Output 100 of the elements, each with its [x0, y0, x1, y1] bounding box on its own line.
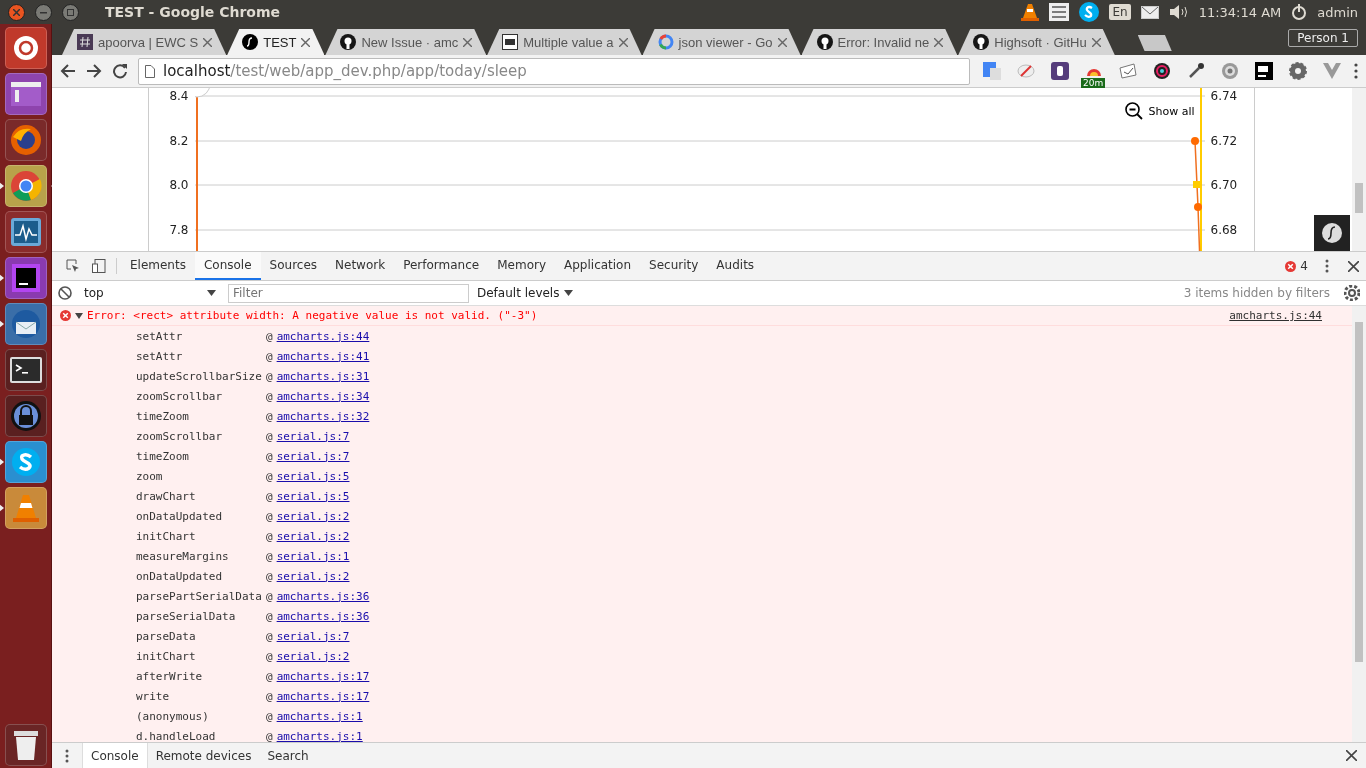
source-link[interactable]: amcharts.js:44 [276, 329, 370, 343]
source-link[interactable]: serial.js:7 [276, 449, 350, 463]
devtools-tab[interactable]: Console [194, 252, 261, 280]
power-icon[interactable] [1291, 4, 1308, 20]
traffic-cone-icon[interactable] [1021, 3, 1040, 21]
chevron-logo-icon[interactable] [1323, 63, 1341, 79]
color-wheel-icon[interactable] [1153, 62, 1171, 80]
source-link[interactable]: amcharts.js:31 [276, 369, 370, 383]
devtools-tab[interactable]: Elements [121, 252, 195, 280]
source-link[interactable]: amcharts.js:17 [276, 669, 370, 683]
clock[interactable]: 11:34:14 AM [1198, 4, 1282, 20]
drawer-tab[interactable]: Console [82, 743, 148, 768]
browser-tab[interactable]: Error: Invalid ne [801, 29, 958, 55]
scroll-handle[interactable] [194, 88, 210, 98]
scrollbar[interactable] [1352, 88, 1366, 251]
source-link[interactable]: serial.js:5 [276, 469, 350, 483]
source-link[interactable]: serial.js:2 [276, 529, 350, 543]
more-icon[interactable] [1325, 259, 1329, 273]
drawer-tab[interactable]: Remote devices [147, 743, 260, 768]
keyboard-layout-indicator[interactable]: En [1109, 4, 1131, 20]
devtools-tab[interactable]: Sources [260, 252, 327, 280]
user-name[interactable]: admin [1317, 4, 1358, 20]
close-icon[interactable] [1347, 260, 1359, 272]
launcher-item[interactable] [4, 211, 47, 253]
close-icon[interactable] [301, 37, 311, 47]
source-link[interactable]: serial.js:2 [276, 569, 350, 583]
maximize-window-button[interactable] [62, 3, 79, 21]
pen-icon[interactable] [1017, 62, 1035, 80]
launcher-item[interactable] [4, 349, 47, 391]
close-icon[interactable] [463, 37, 473, 47]
log-levels-dropdown[interactable]: Default levels [477, 286, 574, 300]
close-icon[interactable] [203, 37, 213, 47]
browser-tab[interactable]: json viewer - Go [642, 29, 801, 55]
address-bar[interactable]: localhost/test/web/app_dev.php/app/today/sleep [138, 57, 970, 85]
bootstrap-icon[interactable] [1051, 62, 1069, 80]
eyedropper-icon[interactable] [1187, 62, 1205, 80]
clear-console-icon[interactable] [58, 286, 72, 300]
device-toggle-icon[interactable] [92, 259, 106, 273]
chat-app-icon[interactable] [1079, 2, 1100, 22]
devtools-tab[interactable]: Performance [394, 252, 489, 280]
translate-icon[interactable] [983, 62, 1001, 80]
inspect-icon[interactable] [66, 259, 80, 273]
gear-icon[interactable] [1221, 62, 1239, 80]
close-icon[interactable] [934, 37, 944, 47]
source-link[interactable]: amcharts.js:36 [276, 589, 370, 603]
launcher-item[interactable] [4, 119, 47, 161]
source-link[interactable]: serial.js:1 [276, 549, 350, 563]
debug-toolbar-button[interactable] [1314, 215, 1350, 251]
launcher-item[interactable] [4, 395, 47, 437]
launcher-item[interactable] [4, 724, 47, 766]
settings-icon[interactable] [1289, 62, 1307, 80]
jetbrains-icon[interactable] [1255, 62, 1273, 80]
source-link[interactable]: amcharts.js:34 [276, 389, 370, 403]
close-window-button[interactable] [8, 3, 25, 21]
browser-tab[interactable]: apoorva | EWC S [62, 29, 227, 55]
source-link[interactable]: serial.js:2 [276, 649, 350, 663]
list-icon[interactable] [1049, 3, 1070, 21]
browser-tab[interactable]: New Issue · amc [325, 29, 487, 55]
more-icon[interactable] [65, 748, 69, 763]
close-icon[interactable] [1091, 37, 1101, 47]
mail-icon[interactable] [1140, 5, 1159, 19]
drawer-tab[interactable]: Search [259, 743, 350, 768]
source-link[interactable]: serial.js:7 [276, 629, 350, 643]
error-count[interactable]: 4 [1279, 252, 1314, 280]
devtools-tab[interactable]: Security [640, 252, 708, 280]
show-all-button[interactable]: Show all [1125, 102, 1195, 120]
context-selector[interactable]: top [80, 286, 220, 300]
expand-triangle-icon[interactable] [75, 312, 83, 319]
devtools-tab[interactable]: Memory [488, 252, 555, 280]
reload-icon[interactable] [112, 63, 128, 79]
browser-tab[interactable]: Multiple value a [487, 29, 642, 55]
source-link[interactable]: serial.js:2 [276, 509, 350, 523]
launcher-item[interactable] [4, 73, 47, 115]
source-link[interactable]: amcharts.js:1 [276, 729, 363, 742]
source-link[interactable]: amcharts.js:1 [276, 709, 363, 723]
minimize-window-button[interactable] [35, 3, 52, 21]
source-link[interactable]: amcharts.js:44 [1229, 309, 1322, 322]
menu-icon[interactable] [1354, 63, 1358, 79]
volume-icon[interactable] [1168, 4, 1189, 20]
notepad-icon[interactable] [1119, 63, 1137, 79]
browser-tab[interactable]: TEST [227, 29, 325, 55]
source-link[interactable]: serial.js:5 [276, 489, 350, 503]
source-link[interactable]: amcharts.js:32 [276, 409, 370, 423]
close-icon[interactable] [777, 37, 787, 47]
devtools-tab[interactable]: Application [555, 252, 641, 280]
devtools-tab[interactable]: Audits [707, 252, 764, 280]
scrollbar[interactable] [1352, 306, 1366, 742]
filter-field[interactable]: Filter [228, 283, 469, 303]
browser-tab[interactable]: Highsoft · GitHu [958, 29, 1115, 55]
devtools-tab[interactable]: Network [326, 252, 395, 280]
back-icon[interactable] [60, 63, 76, 79]
settings-icon[interactable] [1344, 285, 1360, 301]
source-link[interactable]: amcharts.js:36 [276, 609, 370, 623]
source-link[interactable]: serial.js:7 [276, 429, 350, 443]
source-link[interactable]: amcharts.js:17 [276, 689, 370, 703]
source-link[interactable]: amcharts.js:41 [276, 349, 370, 363]
launcher-item[interactable] [4, 27, 47, 69]
close-icon[interactable] [618, 37, 628, 47]
new-tab-button[interactable] [1137, 35, 1172, 51]
close-icon[interactable] [1345, 750, 1357, 761]
